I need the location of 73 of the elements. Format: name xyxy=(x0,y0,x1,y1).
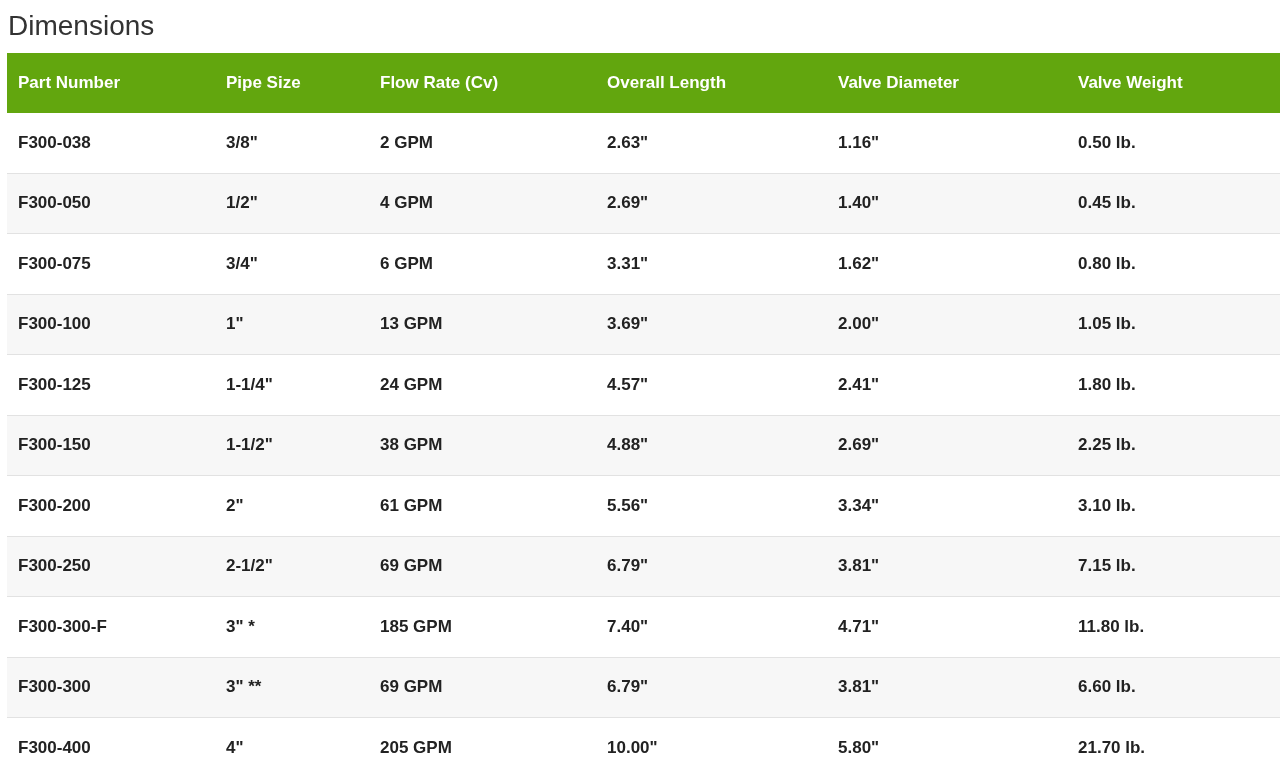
table-cell-text: 2.69" xyxy=(606,193,650,214)
table-cell-text: 4" xyxy=(225,737,245,758)
column-header: Part Number xyxy=(17,73,122,93)
table-cell-text: 11.80 lb. xyxy=(1077,616,1146,637)
table-cell-text: 2 GPM xyxy=(379,132,434,153)
table-cell-text: 2.63" xyxy=(606,132,650,153)
table-cell-text: 2" xyxy=(225,495,245,516)
column-header: Valve Weight xyxy=(1077,73,1184,93)
table-cell-text: F300-400 xyxy=(17,737,92,758)
table-cell-text: 6.79" xyxy=(606,677,650,698)
table-cell-text: 1.05 lb. xyxy=(1077,314,1137,335)
table-cell-text: 2-1/2" xyxy=(225,556,274,577)
table-cell-text: 205 GPM xyxy=(379,737,453,758)
table-cell-text: F300-050 xyxy=(17,193,92,214)
table-cell-text: 3/8" xyxy=(225,132,259,153)
table-cell-text: 1/2" xyxy=(225,193,259,214)
table-cell-text: 4.57" xyxy=(606,374,650,395)
table-cell-text: 4 GPM xyxy=(379,193,434,214)
table-cell-text: 0.50 lb. xyxy=(1077,132,1137,153)
table-cell-text: 3.69" xyxy=(606,314,650,335)
table-cell-text: 3.81" xyxy=(837,556,881,577)
table-cell-text: F300-075 xyxy=(17,253,92,274)
column-header: Flow Rate (Cv) xyxy=(379,73,500,93)
table-cell-text: 1.16" xyxy=(837,132,881,153)
table-cell-text: 24 GPM xyxy=(379,374,444,395)
table-cell-text: 6.79" xyxy=(606,556,650,577)
table-cell-text: 10.00" xyxy=(606,737,659,758)
table-cell-text: F300-200 xyxy=(17,495,92,516)
table-cell-text: F300-250 xyxy=(17,556,92,577)
table-cell-text: 61 GPM xyxy=(379,495,444,516)
table-cell-text: 3.10 lb. xyxy=(1077,495,1137,516)
table-cell-text: 5.56" xyxy=(606,495,650,516)
table-cell-text: 6 GPM xyxy=(379,253,434,274)
table-cell-text: F300-125 xyxy=(17,374,92,395)
table-cell-text: 21.70 lb. xyxy=(1077,737,1147,758)
table-cell-text: 2.69" xyxy=(837,435,881,456)
page-title: Dimensions xyxy=(7,9,156,43)
table-cell-text: F300-038 xyxy=(17,132,92,153)
table-cell-text: 69 GPM xyxy=(379,556,444,577)
table-cell-text: F300-150 xyxy=(17,435,92,456)
table-cell-text: 1.80 lb. xyxy=(1077,374,1137,395)
column-header: Valve Diameter xyxy=(837,73,960,93)
table-cell-text: 0.45 lb. xyxy=(1077,193,1137,214)
table-cell-text: 69 GPM xyxy=(379,677,444,698)
table-cell-text: 0.80 lb. xyxy=(1077,253,1137,274)
table-cell-text: 3" * xyxy=(225,616,256,637)
table-cell-text: 3.34" xyxy=(837,495,881,516)
table-cell-text: F300-300 xyxy=(17,677,92,698)
table-cell-text: 1.62" xyxy=(837,253,881,274)
column-header: Pipe Size xyxy=(225,73,302,93)
table-cell-text: 2.41" xyxy=(837,374,881,395)
table-cell-text: 1" xyxy=(225,314,245,335)
table-cell-text: 185 GPM xyxy=(379,616,453,637)
table-cell-text: 3.31" xyxy=(606,253,650,274)
table-cell-text: 2.00" xyxy=(837,314,881,335)
table-cell-text: 1-1/2" xyxy=(225,435,274,456)
table-cell-text: 4.88" xyxy=(606,435,650,456)
table-cell-text: 4.71" xyxy=(837,616,881,637)
table-cell-text: F300-300-F xyxy=(17,616,108,637)
table-cell-text: 13 GPM xyxy=(379,314,444,335)
table-cell-text: 7.40" xyxy=(606,616,650,637)
table-cell-text: 38 GPM xyxy=(379,435,444,456)
column-header: Overall Length xyxy=(606,73,728,93)
table-cell-text: 1.40" xyxy=(837,193,881,214)
table-cell-text: 5.80" xyxy=(837,737,881,758)
table-cell-text: 6.60 lb. xyxy=(1077,677,1137,698)
table-cell-text: 3" ** xyxy=(225,677,263,698)
table-cell-text: 3/4" xyxy=(225,253,259,274)
table-cell-text: 1-1/4" xyxy=(225,374,274,395)
table-cell-text: 7.15 lb. xyxy=(1077,556,1137,577)
table-cell-text: F300-100 xyxy=(17,314,92,335)
table-cell-text: 2.25 lb. xyxy=(1077,435,1137,456)
table-cell-text: 3.81" xyxy=(837,677,881,698)
